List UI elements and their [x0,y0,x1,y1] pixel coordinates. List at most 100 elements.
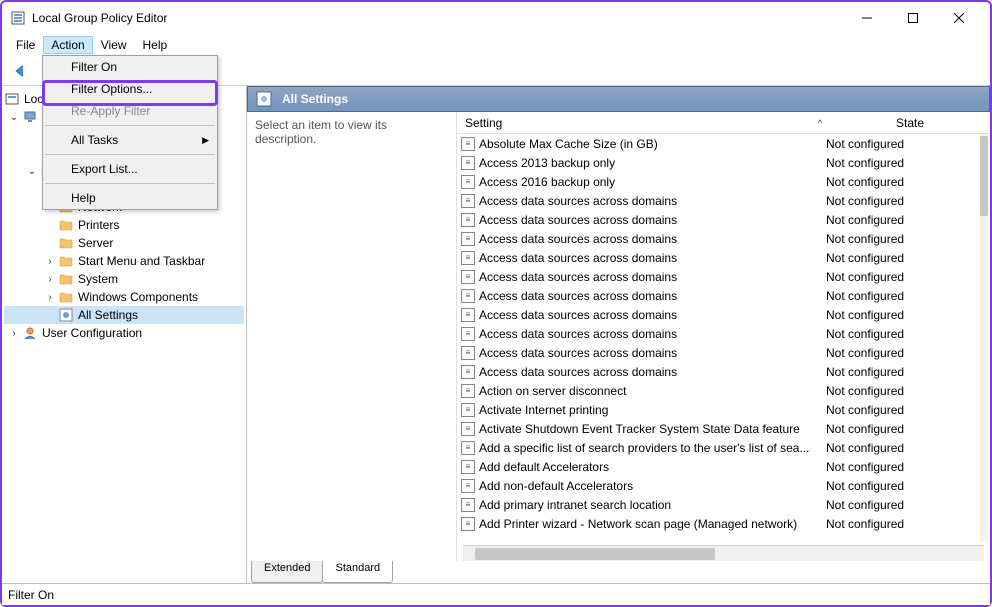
policy-item-icon: ≡ [461,384,475,398]
policy-item-icon: ≡ [461,270,475,284]
menu-help[interactable]: Help [135,36,176,54]
list-item[interactable]: ≡Access data sources across domainsNot c… [457,286,990,305]
expander-icon[interactable]: ⌄ [24,166,40,177]
setting-name: Access data sources across domains [479,194,677,208]
policy-item-icon: ≡ [461,251,475,265]
policy-item-icon: ≡ [461,175,475,189]
column-state[interactable]: State [830,116,990,130]
scrollbar-thumb[interactable] [980,136,988,216]
list-item[interactable]: ≡Access data sources across domainsNot c… [457,191,990,210]
dropdown-reapply-filter: Re-Apply Filter [43,100,217,122]
tree-windows-components[interactable]: › Windows Components [4,288,244,306]
tab-extended[interactable]: Extended [251,561,323,583]
policy-item-icon: ≡ [461,498,475,512]
policy-item-icon: ≡ [461,213,475,227]
tree-label: Windows Components [78,290,198,304]
back-button[interactable] [8,59,32,83]
expander-icon[interactable]: › [42,274,58,285]
list-item[interactable]: ≡ Access data sources across domains Not c… [457,305,990,324]
right-pane: All Settings Select an item to view its … [247,86,990,583]
policy-item-icon: ≡ [461,308,475,322]
expander-icon[interactable]: ⌄ [6,112,22,123]
policy-item-icon: ≡ [461,137,475,151]
setting-state: Not configured [826,479,986,493]
setting-name: Activate Internet printing [479,403,608,417]
expander-icon[interactable]: › [6,328,22,339]
tab-standard[interactable]: Standard [322,561,393,583]
setting-name: Access data sources across domains [479,308,677,322]
setting-state: Not configured [826,403,986,417]
setting-state: Not configured [826,498,986,512]
dropdown-separator [45,183,215,184]
list-item[interactable]: ≡Access data sources across domainsNot c… [457,362,990,381]
horizontal-scrollbar[interactable] [463,545,984,561]
action-dropdown: Filter On Filter Options... Re-Apply Fil… [42,55,218,210]
list-item[interactable]: ≡Access data sources across domainsNot c… [457,267,990,286]
list-item[interactable]: ≡Access data sources across domainsNot c… [457,324,990,343]
policy-item-icon: ≡ [461,194,475,208]
dropdown-all-tasks[interactable]: All Tasks [43,129,217,151]
column-setting[interactable]: Setting ^ [457,116,830,130]
setting-state: Not configured [826,289,986,303]
policy-item-icon: ≡ [461,289,475,303]
setting-state: Not configured [826,365,986,379]
dropdown-filter-on[interactable]: Filter On [43,56,217,78]
tabs-bar: Extended Standard [247,561,990,583]
list-item[interactable]: ≡Access data sources across domainsNot c… [457,229,990,248]
menu-action[interactable]: Action [43,36,92,54]
list-item[interactable]: ≡Add non-default AcceleratorsNot configu… [457,476,990,495]
list-item[interactable]: ≡Access data sources across domainsNot c… [457,210,990,229]
folder-icon [58,235,74,251]
policy-item-icon: ≡ [461,517,475,531]
list-item[interactable]: ≡Access 2016 backup onlyNot configured [457,172,990,191]
list-item[interactable]: ≡Activate Shutdown Event Tracker System … [457,419,990,438]
setting-name: Access data sources across domains [479,232,677,246]
list-item[interactable]: ≡Add a specific list of search providers… [457,438,990,457]
status-text: Filter On [8,588,54,602]
list-item[interactable]: ≡Action on server disconnectNot configur… [457,381,990,400]
policy-item-icon: ≡ [461,327,475,341]
status-bar: Filter On [2,583,990,605]
list-item[interactable]: ≡Add primary intranet search locationNot… [457,495,990,514]
setting-state: Not configured [826,517,986,531]
list-item[interactable]: ≡Add default AcceleratorsNot configured [457,457,990,476]
list-item[interactable]: ≡Access data sources across domainsNot c… [457,343,990,362]
policy-icon [4,91,20,107]
tree-label: Start Menu and Taskbar [78,254,205,268]
folder-icon [58,253,74,269]
tree-system[interactable]: › System [4,270,244,288]
dropdown-help[interactable]: Help [43,187,217,209]
setting-state: Not configured [826,308,986,322]
dropdown-export-list[interactable]: Export List... [43,158,217,180]
dropdown-filter-options[interactable]: Filter Options... [43,78,217,100]
policy-item-icon: ≡ [461,403,475,417]
vertical-scrollbar[interactable] [980,134,988,541]
window-controls [844,3,982,33]
tree-printers[interactable]: Printers [4,216,244,234]
list-item[interactable]: ≡Absolute Max Cache Size (in GB)Not conf… [457,134,990,153]
list-item[interactable]: ≡Access 2013 backup onlyNot configured [457,153,990,172]
scrollbar-thumb[interactable] [475,548,715,560]
menu-file[interactable]: File [8,36,43,54]
list-pane: Setting ^ State ≡Absolute Max Cache Size… [457,112,990,561]
list-item[interactable]: ≡ Activate Internet printing Not configure… [457,400,990,419]
setting-state: Not configured [826,137,986,151]
tree-start-menu[interactable]: › Start Menu and Taskbar [4,252,244,270]
list-item[interactable]: ≡ Access data sources across domains Not c… [457,248,990,267]
tree-server[interactable]: Server [4,234,244,252]
policy-item-icon: ≡ [461,365,475,379]
tree-all-settings[interactable]: All Settings [4,306,244,324]
expander-icon[interactable]: › [42,292,58,303]
menu-view[interactable]: View [93,36,135,54]
setting-state: Not configured [826,251,986,265]
tree-user-config[interactable]: › User Configuration [4,324,244,342]
setting-name: Access data sources across domains [479,251,677,265]
settings-icon [58,307,74,323]
folder-icon [58,289,74,305]
expander-icon[interactable]: › [42,256,58,267]
close-button[interactable] [936,3,982,33]
maximize-button[interactable] [890,3,936,33]
list-item[interactable]: ≡Add Printer wizard - Network scan page … [457,514,990,533]
minimize-button[interactable] [844,3,890,33]
column-setting-label: Setting [465,116,502,130]
